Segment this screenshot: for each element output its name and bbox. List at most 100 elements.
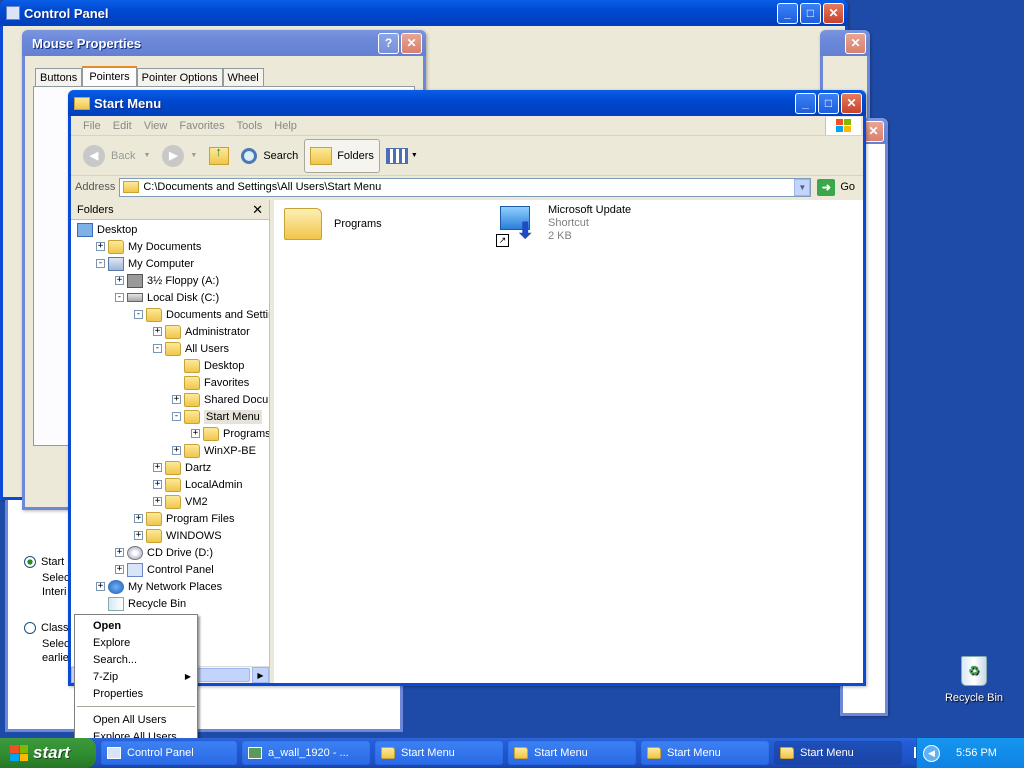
maximize-button[interactable]: □ (818, 92, 839, 114)
expand-icon[interactable]: + (115, 276, 124, 285)
desktop-recycle-bin[interactable]: ♻ Recycle Bin (940, 656, 1008, 704)
tree-item[interactable]: - Local Disk (C:) (115, 289, 219, 306)
tab-pointer-options[interactable]: Pointer Options (136, 68, 223, 88)
ctx-open[interactable]: Open (75, 617, 197, 634)
tree-item[interactable]: + Control Panel (115, 561, 214, 578)
maximize-button[interactable]: □ (800, 2, 821, 24)
tree-item[interactable]: + LocalAdmin (153, 476, 242, 493)
tree-item[interactable]: Desktop (77, 221, 137, 238)
tree-item[interactable]: + Shared Document (172, 391, 269, 408)
search-button[interactable]: Search (235, 139, 304, 173)
tree-item[interactable]: + Dartz (153, 459, 211, 476)
explorer-window[interactable]: Start Menu _ □ ✕ File Edit View Favorite… (68, 90, 866, 686)
collapse-icon[interactable]: - (115, 293, 124, 302)
tree-item[interactable]: + My Network Places (96, 578, 222, 595)
expand-icon[interactable]: + (134, 531, 143, 540)
show-hidden-icons-icon[interactable]: ◀ (923, 744, 940, 762)
menu-file[interactable]: File (77, 120, 107, 132)
ctx-open-all-users[interactable]: Open All Users (75, 711, 197, 728)
menu-favorites[interactable]: Favorites (173, 120, 230, 132)
tree-item[interactable]: - Start Menu (172, 408, 262, 425)
radio-start[interactable]: Start (24, 556, 64, 568)
close-button[interactable]: ✕ (845, 32, 866, 54)
tab-pointers[interactable]: Pointers (82, 66, 137, 88)
up-button[interactable]: ↑ (203, 139, 235, 173)
expand-icon[interactable]: + (115, 548, 124, 557)
expand-icon[interactable]: + (153, 480, 162, 489)
expand-icon[interactable]: + (153, 463, 162, 472)
item-microsoft-update[interactable]: ⬇ ↗ Microsoft Update Shortcut 2 KB (496, 204, 631, 247)
tree-item[interactable]: + WINDOWS (134, 527, 222, 544)
expand-icon[interactable]: + (153, 497, 162, 506)
item-programs-label: Programs (334, 218, 382, 230)
expand-icon[interactable]: + (191, 429, 200, 438)
task-wallpaper[interactable]: a_wall_1920 - ... (242, 741, 370, 765)
expand-icon[interactable]: + (172, 395, 181, 404)
task-start-menu-4[interactable]: Start Menu (774, 741, 902, 765)
tree-item[interactable]: + Administrator (153, 323, 250, 340)
mouse-properties-titlebar[interactable]: Mouse Properties ? ✕ (22, 30, 426, 56)
task-start-menu-2[interactable]: Start Menu (508, 741, 636, 765)
address-dropdown-icon[interactable]: ▼ (794, 178, 811, 196)
menu-edit[interactable]: Edit (107, 120, 138, 132)
ctx-properties[interactable]: Properties (75, 685, 197, 702)
tree-item[interactable]: + WinXP-BE (172, 442, 256, 459)
tree-item[interactable]: +3½ Floppy (A:) (115, 272, 219, 289)
menu-tools[interactable]: Tools (231, 120, 269, 132)
tree-item[interactable]: + CD Drive (D:) (115, 544, 213, 561)
tab-buttons[interactable]: Buttons (35, 68, 83, 88)
folders-button[interactable]: Folders (304, 138, 380, 173)
tree-item[interactable]: + My Documents (96, 238, 201, 255)
start-button[interactable]: start (0, 738, 96, 768)
tree-item[interactable]: - Documents and Settings (134, 306, 269, 323)
tree-item[interactable]: Recycle Bin (96, 595, 186, 612)
radio-start-dot[interactable] (24, 556, 36, 568)
radio-classic[interactable]: Class (24, 622, 69, 634)
tree-item[interactable]: - My Computer (96, 255, 194, 272)
close-button[interactable]: ✕ (401, 32, 422, 54)
tree-item[interactable]: Favorites (172, 374, 249, 391)
menu-help[interactable]: Help (268, 120, 303, 132)
explorer-titlebar[interactable]: Start Menu _ □ ✕ (68, 90, 866, 116)
views-button[interactable]: ▼ (380, 139, 424, 173)
tree-item[interactable]: Desktop (172, 357, 244, 374)
minimize-button[interactable]: _ (795, 92, 816, 114)
collapse-icon[interactable]: - (96, 259, 105, 268)
expand-icon[interactable]: + (172, 446, 181, 455)
expand-icon[interactable]: + (115, 565, 124, 574)
tree-item-label: LocalAdmin (185, 478, 243, 491)
control-panel-titlebar[interactable]: Control Panel _ □ ✕ (0, 0, 848, 26)
help-button[interactable]: ? (378, 32, 399, 54)
address-input[interactable]: C:\Documents and Settings\All Users\Star… (119, 177, 812, 197)
go-button[interactable]: ➜ Go (811, 178, 863, 196)
menu-view[interactable]: View (138, 120, 174, 132)
item-programs[interactable]: Programs (284, 208, 382, 240)
task-start-menu-1[interactable]: Start Menu (375, 741, 503, 765)
tree-item[interactable]: + Programs (191, 425, 269, 442)
tree-item[interactable]: + Program Files (134, 510, 234, 527)
collapse-icon[interactable]: - (134, 310, 143, 319)
collapse-icon[interactable]: - (172, 412, 181, 421)
close-icon[interactable]: ✕ (252, 202, 263, 218)
tree-item[interactable]: + VM2 (153, 493, 208, 510)
task-start-menu-3[interactable]: Start Menu (641, 741, 769, 765)
forward-button[interactable]: ▶ ▼ (156, 139, 203, 173)
scroll-right-icon[interactable]: ▶ (252, 667, 269, 683)
task-control-panel[interactable]: Control Panel (101, 741, 237, 765)
ctx-explore[interactable]: Explore (75, 634, 197, 651)
expand-icon[interactable]: + (96, 242, 105, 251)
minimize-button[interactable]: _ (777, 2, 798, 24)
expand-icon[interactable]: + (153, 327, 162, 336)
ctx-search[interactable]: Search... (75, 651, 197, 668)
back-button[interactable]: ◀ Back ▼ (77, 139, 156, 173)
close-button[interactable]: ✕ (823, 2, 844, 24)
expand-icon[interactable]: + (96, 582, 105, 591)
collapse-icon[interactable]: - (153, 344, 162, 353)
close-button[interactable]: ✕ (841, 92, 862, 114)
ctx-7zip[interactable]: 7-Zip ▶ (75, 668, 197, 685)
tab-wheel[interactable]: Wheel (222, 68, 264, 88)
expand-icon[interactable]: + (134, 514, 143, 523)
radio-classic-dot[interactable] (24, 622, 36, 634)
tree-item[interactable]: - All Users (153, 340, 229, 357)
close-button[interactable]: ✕ (863, 120, 884, 142)
